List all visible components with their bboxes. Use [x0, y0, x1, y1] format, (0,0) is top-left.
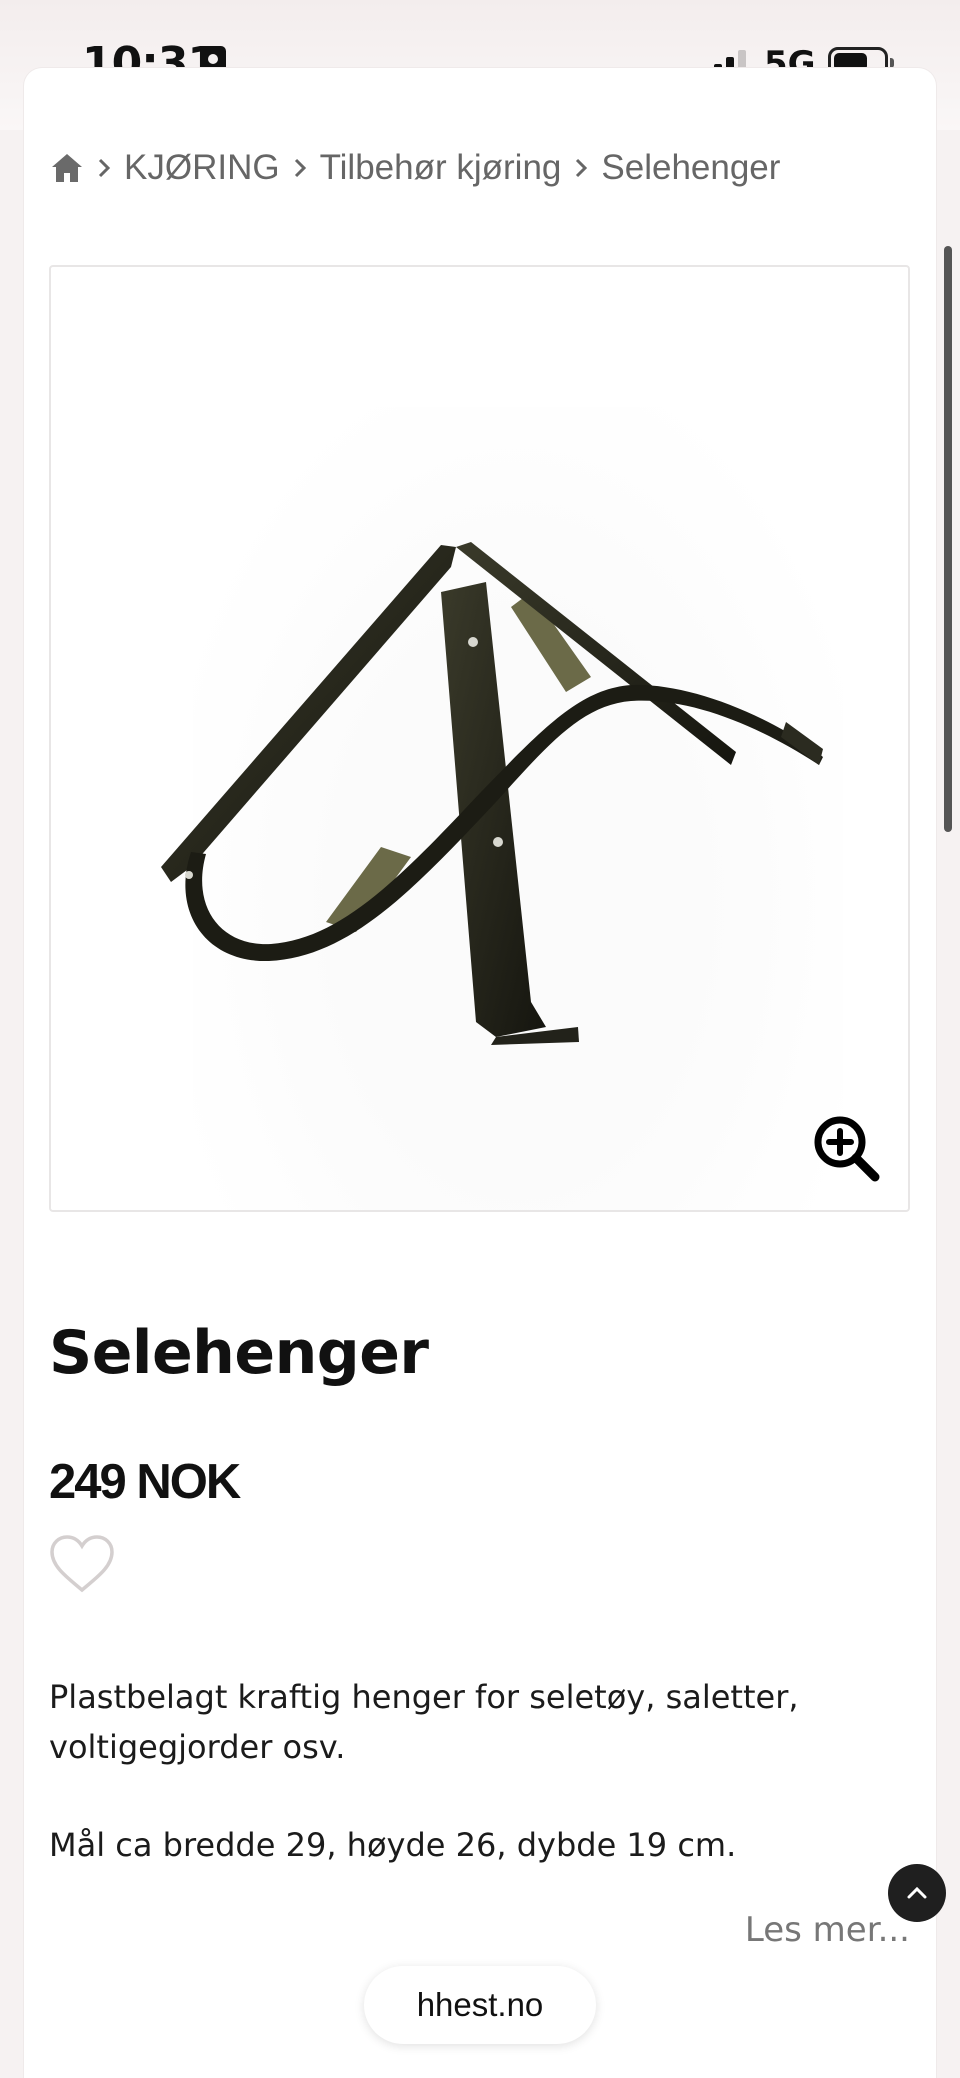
chevron-up-icon [907, 1886, 927, 1899]
product-title: Selehenger [49, 1318, 429, 1388]
address-bar[interactable]: hhest.no [364, 1966, 596, 2044]
breadcrumb-item-current: Selehenger [601, 148, 781, 187]
product-image [161, 542, 823, 1045]
chevron-right-icon [576, 158, 588, 178]
read-more-link[interactable]: Les mer... [745, 1910, 910, 1950]
chevron-right-icon [98, 158, 111, 178]
description-paragraph: Mål ca bredde 29, høyde 26, dybde 19 cm. [49, 1826, 737, 1864]
chevron-right-icon [294, 158, 306, 178]
description-paragraph: Plastbelagt kraftig henger for seletøy, … [49, 1678, 799, 1766]
product-description: Plastbelagt kraftig henger for seletøy, … [49, 1672, 869, 1870]
product-price: 249 NOK [49, 1455, 241, 1509]
breadcrumb-item-tilbehor-kjoring[interactable]: Tilbehør kjøring [320, 148, 562, 188]
breadcrumb: KJØRING Tilbehør kjøring Selehenger [50, 143, 780, 193]
zoom-in-icon[interactable] [813, 1115, 881, 1183]
home-icon[interactable] [50, 152, 84, 184]
breadcrumb-item-kjoring[interactable]: KJØRING [124, 148, 280, 188]
scrollbar[interactable] [944, 246, 952, 832]
product-image-gallery[interactable] [49, 265, 910, 1212]
heart-outline-icon[interactable] [48, 1534, 116, 1594]
